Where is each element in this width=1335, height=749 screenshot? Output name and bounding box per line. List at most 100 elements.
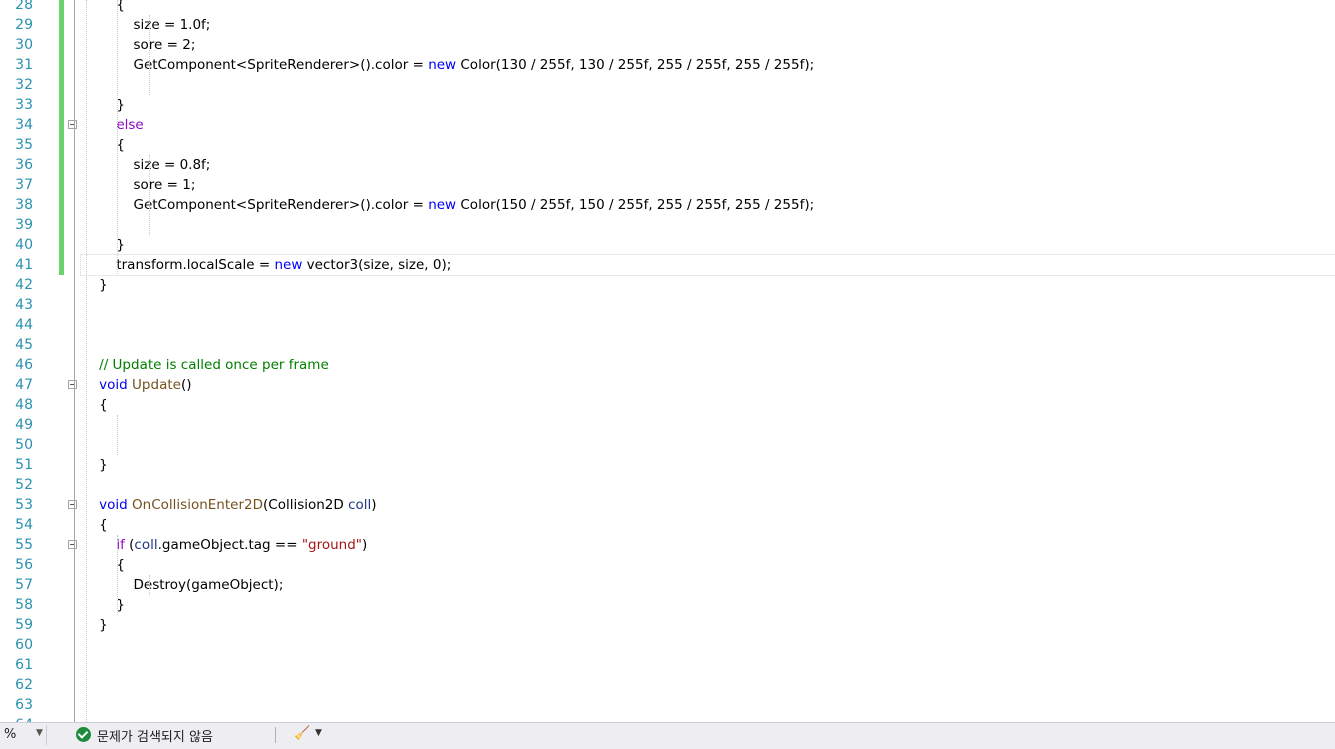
code-token: new (274, 257, 303, 273)
chevron-down-icon[interactable]: ▼ (315, 728, 322, 738)
line-number: 63 (15, 697, 33, 713)
change-marker (59, 75, 64, 95)
code-text: void Update() (82, 375, 191, 395)
code-line[interactable]: 44 (0, 315, 1335, 335)
code-token: Color(150 / 255f, 150 / 255f, 255 / 255f… (456, 197, 815, 213)
line-number: 55 (15, 537, 33, 553)
code-token: size = 1.0f; (82, 17, 211, 33)
line-number: 30 (15, 37, 33, 53)
indent-guide (86, 0, 87, 722)
collapse-icon[interactable] (68, 500, 77, 509)
code-line[interactable]: 50 (0, 435, 1335, 455)
collapse-icon[interactable] (68, 380, 77, 389)
code-line[interactable]: 59 } (0, 615, 1335, 635)
line-number: 41 (15, 257, 33, 273)
code-token: vector3(size, size, 0); (302, 257, 452, 273)
check-circle-icon (76, 727, 91, 742)
code-token: // Update is called once per frame (82, 357, 329, 373)
collapse-icon[interactable] (68, 120, 77, 129)
code-token: transform.localScale = (82, 257, 275, 273)
collapse-icon[interactable] (68, 540, 77, 549)
code-cleanup-brush-icon[interactable]: 🧹 (294, 726, 310, 741)
code-line[interactable]: 41 transform.localScale = new vector3(si… (0, 254, 1335, 276)
code-line[interactable]: 35 { (0, 135, 1335, 155)
line-number: 53 (15, 497, 33, 513)
zoom-dropdown[interactable]: % ▼ (0, 725, 47, 745)
code-token: ) (362, 537, 368, 553)
code-line[interactable]: 51 } (0, 455, 1335, 475)
line-number: 36 (15, 157, 33, 173)
code-line[interactable]: 43 (0, 295, 1335, 315)
code-text: GetComponent<SpriteRenderer>().color = n… (82, 195, 814, 215)
line-number: 45 (15, 337, 33, 353)
code-token: OnCollisionEnter2D (132, 497, 263, 513)
code-line[interactable]: 53 void OnCollisionEnter2D(Collision2D c… (0, 495, 1335, 515)
line-number: 38 (15, 197, 33, 213)
code-text: else (82, 115, 144, 135)
line-number: 62 (15, 677, 33, 693)
code-line[interactable]: 28 { (0, 0, 1335, 15)
code-line[interactable]: 55 if (coll.gameObject.tag == "ground") (0, 535, 1335, 555)
code-line[interactable]: 36 size = 0.8f; (0, 155, 1335, 175)
code-line[interactable]: 38 GetComponent<SpriteRenderer>().color … (0, 195, 1335, 215)
code-line[interactable]: 56 { (0, 555, 1335, 575)
code-text: { (82, 135, 125, 155)
code-line[interactable]: 39 (0, 215, 1335, 235)
line-number: 35 (15, 137, 33, 153)
code-line[interactable]: 33 } (0, 95, 1335, 115)
code-text: if (coll.gameObject.tag == "ground") (82, 535, 367, 555)
code-line[interactable]: 52 (0, 475, 1335, 495)
code-line[interactable]: 46 // Update is called once per frame (0, 355, 1335, 375)
code-text: Destroy(gameObject); (82, 575, 283, 595)
code-token: else (116, 117, 144, 133)
code-line[interactable]: 57 Destroy(gameObject); (0, 575, 1335, 595)
code-line[interactable]: 48 { (0, 395, 1335, 415)
line-number: 58 (15, 597, 33, 613)
code-line[interactable]: 32 (0, 75, 1335, 95)
change-marker (59, 95, 64, 115)
line-number: 48 (15, 397, 33, 413)
line-number: 49 (15, 417, 33, 433)
code-line[interactable]: 42 } (0, 275, 1335, 295)
code-line[interactable]: 31 GetComponent<SpriteRenderer>().color … (0, 55, 1335, 75)
line-number: 47 (15, 377, 33, 393)
line-number: 52 (15, 477, 33, 493)
code-token: GetComponent<SpriteRenderer>().color = (82, 197, 429, 213)
code-line[interactable]: 40 } (0, 235, 1335, 255)
code-line[interactable]: 60 (0, 635, 1335, 655)
code-token: sore = 1; (82, 177, 196, 193)
code-line[interactable]: 58 } (0, 595, 1335, 615)
code-line[interactable]: 54 { (0, 515, 1335, 535)
code-text: } (82, 235, 125, 255)
code-line[interactable]: 30 sore = 2; (0, 35, 1335, 55)
issues-label: 문제가 검색되지 않음 (97, 730, 213, 745)
code-line[interactable]: 49 (0, 415, 1335, 435)
code-line[interactable]: 61 (0, 655, 1335, 675)
code-token: (Collision2D (263, 497, 349, 513)
code-line[interactable]: 63 (0, 695, 1335, 715)
code-text: sore = 1; (82, 175, 195, 195)
code-line[interactable]: 37 sore = 1; (0, 175, 1335, 195)
line-number: 64 (0, 715, 33, 722)
code-line[interactable]: 29 size = 1.0f; (0, 15, 1335, 35)
code-line[interactable]: 64 (0, 715, 1335, 722)
status-divider (275, 727, 276, 743)
code-text: } (82, 95, 125, 115)
change-marker (59, 115, 64, 135)
code-token: Update (132, 377, 181, 393)
code-line[interactable]: 34 else (0, 115, 1335, 135)
line-number: 54 (15, 517, 33, 533)
change-marker (59, 195, 64, 215)
code-token: Destroy(gameObject); (82, 577, 284, 593)
code-line[interactable]: 62 (0, 675, 1335, 695)
indent-guide (117, 0, 118, 274)
indent-guide (149, 155, 150, 235)
change-marker (59, 55, 64, 75)
line-number: 31 (15, 57, 33, 73)
code-line[interactable]: 45 (0, 335, 1335, 355)
code-editor[interactable]: 28 {29 size = 1.0f; 30 sore = 2; 31 GetCom… (0, 0, 1335, 722)
code-token: size = 0.8f; (82, 157, 211, 173)
code-line[interactable]: 47 void Update() (0, 375, 1335, 395)
